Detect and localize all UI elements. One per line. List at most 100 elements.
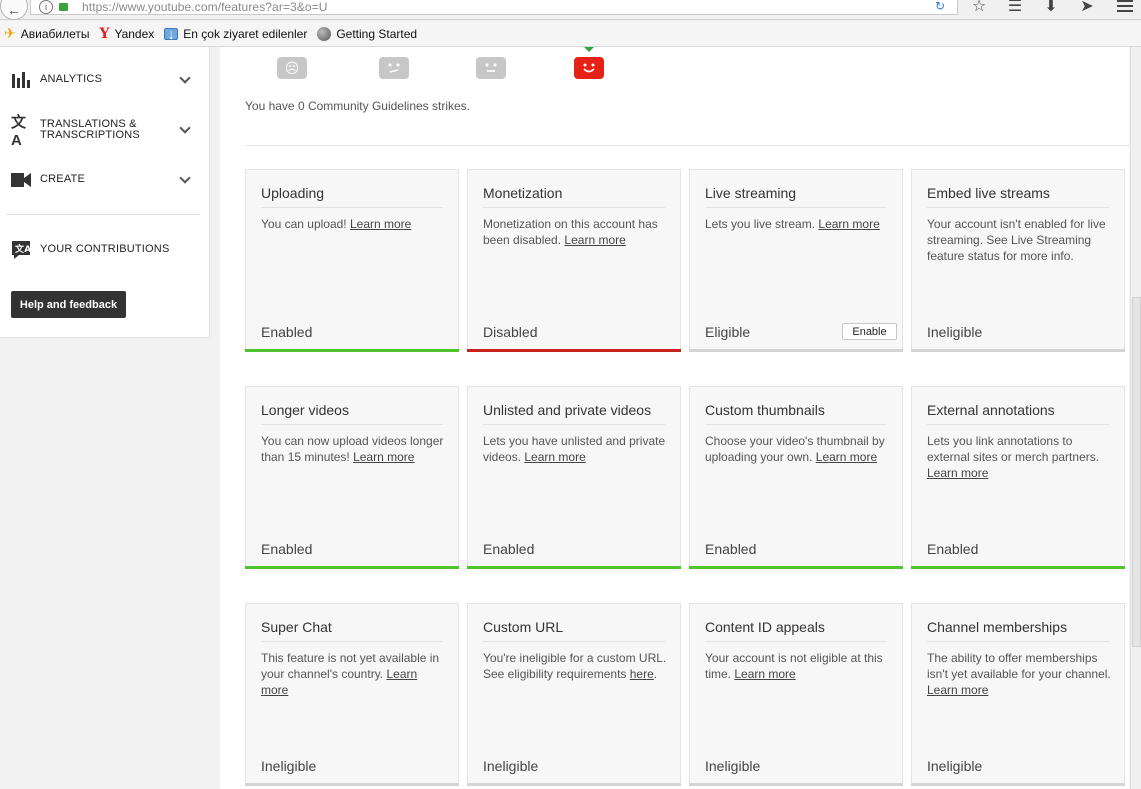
sidebar-item-create[interactable]: CREATE [0, 170, 210, 190]
info-icon[interactable]: i [39, 0, 53, 14]
sidebar-item-analytics[interactable]: ANALYTICS [0, 70, 210, 90]
vertical-scrollbar[interactable] [1130, 47, 1141, 789]
send-icon[interactable]: ➤ [1078, 0, 1096, 16]
feature-title: Live streaming [705, 185, 797, 201]
feature-card: Embed live streams Your account isn't ena… [911, 169, 1125, 352]
meh-face-icon [379, 57, 409, 79]
sidebar-item-contributions[interactable]: 文A YOUR CONTRIBUTIONS [0, 239, 210, 261]
feature-title: Monetization [483, 185, 563, 201]
enable-button[interactable]: Enable [842, 323, 897, 340]
feature-title: External annotations [927, 402, 1055, 418]
card-separator [261, 424, 443, 425]
happy-face-icon [574, 57, 604, 79]
scrollbar-thumb[interactable] [1132, 297, 1141, 647]
learn-more-link[interactable]: Learn more [564, 233, 625, 247]
sidebar: ANALYTICS 文A TRANSLATIONS & TRANSCRIPTIO… [0, 47, 210, 338]
learn-more-link[interactable]: Learn more [927, 466, 988, 480]
card-separator [705, 207, 887, 208]
feature-card: Content ID appeals Your account is not el… [689, 603, 903, 786]
reading-list-icon[interactable]: ☰ [1006, 0, 1024, 16]
feature-description-text: Lets you link annotations to external si… [927, 434, 1100, 464]
status-bar [467, 566, 681, 569]
learn-more-link[interactable]: Learn more [350, 217, 411, 231]
feature-description: The ability to offer memberships isn't y… [927, 650, 1112, 698]
card-separator [705, 424, 887, 425]
sidebar-item-translations[interactable]: 文A TRANSLATIONS & TRANSCRIPTIONS [0, 114, 210, 149]
back-button[interactable]: ← [0, 0, 28, 20]
feature-description: Lets you live stream. Learn more [705, 216, 890, 232]
url-field[interactable]: i https://www.youtube.com/features?ar=3&… [30, 0, 958, 15]
lock-icon [59, 2, 68, 11]
learn-more-link[interactable]: Learn more [818, 217, 879, 231]
link-suffix: . [653, 667, 658, 681]
feature-status: Eligible [705, 324, 751, 340]
feature-description: You can now upload videos longer than 15… [261, 433, 446, 465]
status-bar [245, 783, 459, 786]
analytics-icon [11, 70, 31, 90]
url-text[interactable]: https://www.youtube.com/features?ar=3&o=… [82, 0, 328, 14]
card-separator [483, 207, 665, 208]
reload-icon[interactable]: ↻ [935, 0, 945, 13]
bookmark-item[interactable]: ✈ Авиабилеты [0, 25, 89, 42]
chevron-down-icon[interactable] [180, 174, 190, 184]
download-icon[interactable]: ⬇ [1042, 0, 1060, 16]
feature-description: Choose your video's thumbnail by uploadi… [705, 433, 890, 465]
card-separator [705, 641, 887, 642]
status-bar [467, 783, 681, 786]
feature-status: Enabled [483, 541, 535, 557]
learn-more-link[interactable]: Learn more [927, 683, 988, 697]
feature-description-text: The ability to offer memberships isn't y… [927, 651, 1111, 681]
learn-more-link[interactable]: Learn more [353, 450, 414, 464]
bookmark-item[interactable]: ↓ En çok ziyaret edilenler [164, 26, 307, 42]
status-bar [911, 783, 1125, 786]
sidebar-divider [6, 214, 200, 215]
back-arrow-icon: ← [7, 2, 21, 18]
feature-title: Embed live streams [927, 185, 1050, 201]
feature-title: Uploading [261, 185, 325, 201]
status-bar [689, 349, 903, 352]
chevron-down-icon[interactable] [180, 74, 190, 84]
help-feedback-button[interactable]: Help and feedback [11, 291, 126, 318]
feature-title: Unlisted and private videos [483, 402, 652, 418]
content-divider [245, 145, 1129, 146]
main-content: ☹ You have 0 Community Guidelines strike… [220, 47, 1129, 789]
status-bar [689, 783, 903, 786]
feature-card: Live streaming Lets you live stream. Lear… [689, 169, 903, 352]
status-bar [245, 566, 459, 569]
bookmark-star-icon[interactable]: ☆ [970, 0, 988, 16]
feature-status: Enabled [261, 324, 313, 340]
translate-icon: 文A [11, 114, 27, 149]
chevron-down-icon[interactable] [180, 124, 190, 134]
feature-card: Channel memberships The ability to offer … [911, 603, 1125, 786]
hamburger-menu-icon[interactable] [1117, 0, 1133, 15]
feature-description-text: You can upload! [261, 217, 347, 231]
learn-more-link[interactable]: Learn more [734, 667, 795, 681]
feature-card: Monetization Monetization on this account… [467, 169, 681, 352]
learn-more-link[interactable]: Learn more [816, 450, 877, 464]
strikes-status-text: You have 0 Community Guidelines strikes. [245, 99, 470, 113]
folder-icon: ↓ [164, 26, 179, 42]
feature-card: Custom URL You're ineligible for a custom… [467, 603, 681, 786]
bookmark-item[interactable]: Y Yandex [99, 26, 154, 42]
strike-indicator [584, 47, 594, 52]
feature-status: Ineligible [705, 758, 761, 774]
card-separator [483, 424, 665, 425]
sad-face-icon: ☹ [277, 57, 307, 79]
card-separator [927, 424, 1109, 425]
bookmark-item[interactable]: Getting Started [317, 26, 417, 41]
feature-title: Custom thumbnails [705, 402, 825, 418]
neutral-face-icon [476, 57, 506, 79]
feature-title: Longer videos [261, 402, 349, 418]
learn-more-link[interactable]: Learn more [524, 450, 585, 464]
feature-card: Uploading You can upload! Learn more Enabl… [245, 169, 459, 352]
bookmarks-bar: ✈ Авиабилеты Y Yandex ↓ En çok ziyaret e… [0, 21, 1141, 47]
feature-title: Channel memberships [927, 619, 1068, 635]
feature-status: Enabled [261, 541, 313, 557]
card-separator [261, 207, 443, 208]
feature-description: You're ineligible for a custom URL. See … [483, 650, 668, 682]
status-bar [245, 349, 459, 352]
learn-more-link[interactable]: here [630, 667, 654, 681]
feature-title: Content ID appeals [705, 619, 825, 635]
feature-description-text: Your account isn't enabled for live stre… [927, 217, 1106, 263]
card-separator [483, 641, 665, 642]
